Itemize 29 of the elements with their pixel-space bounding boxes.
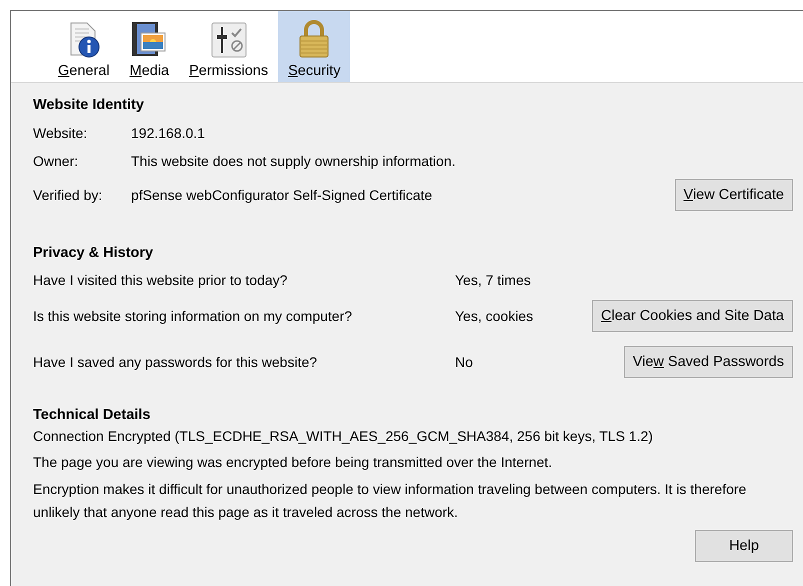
details-text: The page you are viewing was encrypted before being transmitted over the Internet. bbox=[33, 453, 554, 472]
question-text: Have I visited this website prior to today? bbox=[33, 272, 288, 288]
field-label: Verified by: bbox=[33, 187, 104, 203]
section-heading: Privacy & History bbox=[33, 245, 154, 261]
field-value: pfSense webConfigurator Self-Signed Certificate bbox=[131, 187, 434, 203]
toolbar-tab[interactable]: Security bbox=[278, 11, 350, 82]
question-text: Is this website storing information on my computer? bbox=[33, 308, 354, 324]
section-heading: Website Identity bbox=[33, 97, 145, 113]
toolbar-tab[interactable]: Media bbox=[120, 11, 180, 82]
section-heading: Technical Details bbox=[33, 407, 152, 423]
slider-check-icon bbox=[210, 21, 248, 59]
help-button[interactable]: Help bbox=[695, 530, 793, 562]
toolbar-tab[interactable]: General bbox=[48, 11, 120, 82]
field-label: Owner: bbox=[33, 153, 80, 169]
clear-cookies-button[interactable]: Clear Cookies and Site Data bbox=[592, 300, 793, 332]
view-certificate-button[interactable]: View Certificate bbox=[674, 179, 793, 211]
view-passwords-button[interactable]: View Saved Passwords bbox=[624, 346, 793, 378]
padlock-icon bbox=[297, 19, 332, 59]
answer-text: No bbox=[455, 354, 474, 370]
answer-text: Yes, cookies bbox=[455, 308, 534, 324]
field-label: Website: bbox=[33, 125, 88, 141]
toolbar-tab[interactable]: Permissions bbox=[179, 11, 278, 82]
answer-text: Yes, 7 times bbox=[455, 272, 532, 288]
question-text: Have I saved any passwords for this website? bbox=[33, 354, 318, 370]
field-value: This website does not supply ownership information. bbox=[131, 153, 457, 169]
film-picture-icon bbox=[130, 21, 168, 59]
field-value: 192.168.0.1 bbox=[131, 125, 206, 141]
details-text: Connection Encrypted (TLS_ECDHE_RSA_WITH_AES_256_GCM_SHA384, 256 bit keys, TLS 1.2) bbox=[33, 427, 654, 446]
details-text: Encryption makes it difficult for unauthorized people to view information traveling between computers. It is therefore unlikely that anyone read this page as it traveled across the network. bbox=[33, 480, 748, 522]
